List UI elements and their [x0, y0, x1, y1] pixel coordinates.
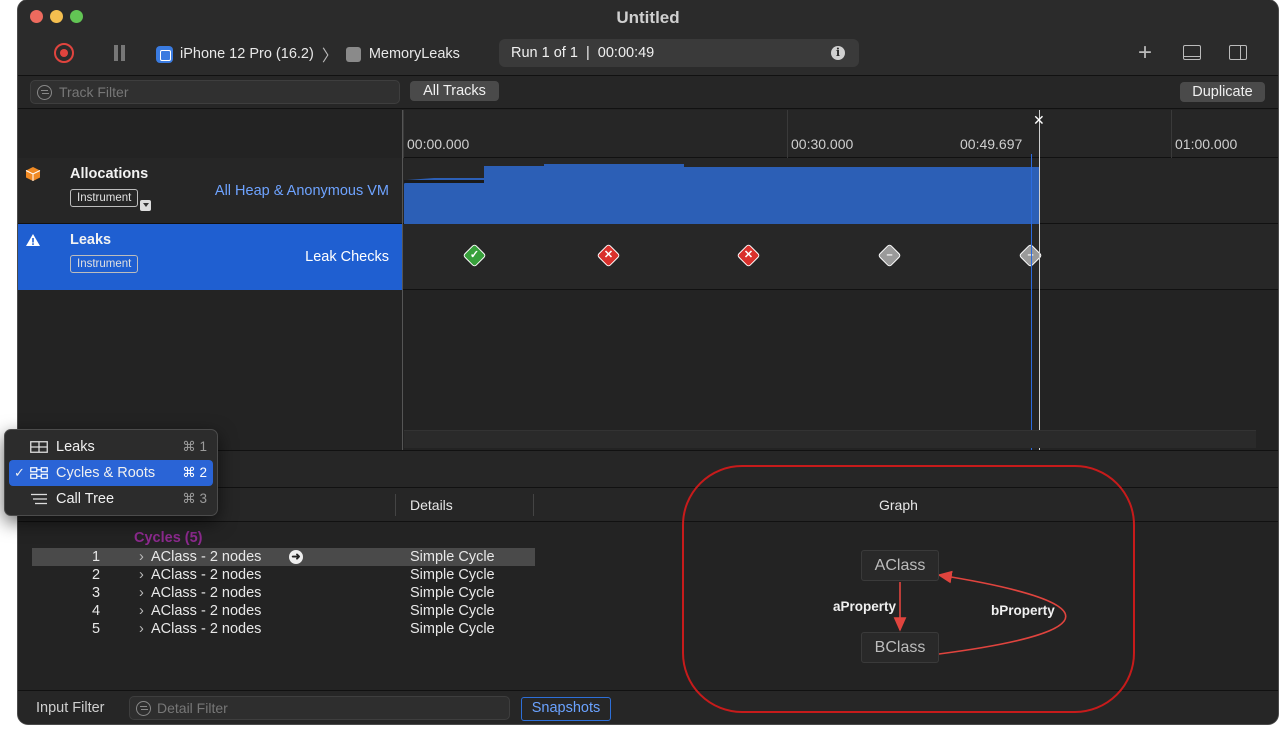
playhead-line[interactable] — [1031, 154, 1032, 450]
cycles-icon — [30, 467, 48, 479]
window-title: Untitled — [616, 8, 680, 27]
table-row[interactable]: 2 › AClass - 2 nodes Simple Cycle — [32, 566, 535, 584]
row-details: Simple Cycle — [410, 603, 495, 619]
go-arrow-icon[interactable]: ➜ — [289, 550, 303, 564]
row-name: AClass - 2 nodes — [151, 603, 262, 619]
menu-item-cycles-roots[interactable]: ✓ Cycles & Roots ⌘ 2 — [9, 460, 213, 486]
row-details: Simple Cycle — [410, 585, 495, 601]
menu-item-label: Call Tree — [56, 491, 115, 507]
row-index: 3 — [92, 585, 101, 601]
run-status-box[interactable]: Run 1 of 1 | 00:00:49 i — [499, 39, 859, 67]
detail-filter-placeholder: Detail Filter — [157, 700, 228, 716]
row-details: Simple Cycle — [410, 621, 495, 637]
detail-filter-input[interactable]: Detail Filter — [129, 696, 510, 720]
device-label: iPhone 12 Pro (16.2) — [180, 46, 314, 62]
column-details[interactable]: Details — [410, 497, 453, 513]
annotation-ring — [682, 465, 1135, 713]
row-name: AClass - 2 nodes — [151, 567, 262, 583]
leak-check-ok-icon[interactable]: ✓ — [462, 243, 487, 268]
leak-check-leaked-icon[interactable]: ✕ — [596, 243, 621, 268]
row-index: 1 — [92, 549, 101, 565]
time-ruler[interactable]: 00:00.000 00:30.000 00:49.697 01:00.000 — [403, 110, 1278, 158]
timeline-scrollbar[interactable] — [404, 430, 1256, 448]
allocations-graph[interactable] — [404, 158, 1040, 224]
info-icon[interactable]: i — [831, 46, 845, 60]
chevron-right-icon[interactable]: › — [139, 548, 144, 566]
menu-item-shortcut: ⌘ 3 — [182, 491, 207, 506]
chevron-right-icon[interactable]: › — [139, 566, 144, 584]
app-label: MemoryLeaks — [368, 46, 460, 62]
menu-item-call-tree[interactable]: Call Tree ⌘ 3 — [9, 486, 213, 512]
duplicate-button[interactable]: Duplicate — [1180, 82, 1265, 102]
toggle-inspector-pane-icon[interactable] — [1229, 45, 1247, 60]
chevron-right-icon[interactable]: › — [139, 620, 144, 638]
row-index: 4 — [92, 603, 101, 619]
table-row[interactable]: 4 › AClass - 2 nodes Simple Cycle — [32, 602, 535, 620]
column-divider[interactable] — [395, 494, 396, 516]
table-row[interactable]: 5 › AClass - 2 nodes Simple Cycle — [32, 620, 535, 638]
inspection-head-line[interactable] — [1039, 110, 1040, 450]
table-row[interactable]: 3 › AClass - 2 nodes Simple Cycle — [32, 584, 535, 602]
all-tracks-button[interactable]: All Tracks — [410, 81, 499, 101]
menu-item-shortcut: ⌘ 1 — [182, 439, 207, 454]
table-icon — [30, 441, 48, 453]
row-details: Simple Cycle — [410, 567, 495, 583]
input-filter-label[interactable]: Input Filter — [36, 700, 105, 716]
row-index: 5 — [92, 621, 101, 637]
device-icon — [156, 45, 173, 63]
app-icon — [345, 46, 361, 62]
ruler-label: 00:49.697 — [960, 136, 1023, 152]
target-selector[interactable]: iPhone 12 Pro (16.2) 〉 MemoryLeaks — [156, 44, 460, 65]
row-name: AClass - 2 nodes — [151, 621, 262, 637]
close-icon[interactable]: ✕ — [1033, 112, 1045, 129]
ruler-tick — [787, 110, 788, 158]
row-name: AClass - 2 nodes — [151, 549, 262, 565]
timeline-area: 00:00.000 00:30.000 00:49.697 01:00.000 … — [18, 110, 1278, 450]
row-index: 2 — [92, 567, 101, 583]
filter-icon — [136, 701, 151, 716]
track-filter-placeholder: Track Filter — [59, 84, 129, 100]
row-details: Simple Cycle — [410, 549, 495, 565]
menu-item-label: Leaks — [56, 439, 95, 455]
run-status: Run 1 of 1 | 00:00:49 — [511, 45, 655, 61]
column-divider[interactable] — [533, 494, 534, 516]
ruler-tick — [1171, 110, 1172, 158]
snapshots-button[interactable]: Snapshots — [521, 697, 611, 721]
ruler-label: 00:30.000 — [791, 136, 854, 152]
menu-item-shortcut: ⌘ 2 — [182, 465, 207, 480]
checkmark-icon: ✓ — [14, 465, 25, 480]
toggle-detail-pane-icon[interactable] — [1183, 45, 1201, 60]
filter-icon — [37, 85, 52, 100]
leak-check-leaked-icon[interactable]: ✕ — [736, 243, 761, 268]
menu-item-label: Cycles & Roots — [56, 465, 156, 481]
menu-item-leaks[interactable]: Leaks ⌘ 1 — [9, 434, 213, 460]
table-row[interactable]: 1 › AClass - 2 nodes ➜ Simple Cycle — [32, 548, 535, 566]
ruler-label: 01:00.000 — [1175, 136, 1238, 152]
pause-button[interactable] — [113, 45, 127, 61]
ruler-tick — [403, 110, 404, 158]
track-filter-bar: Track Filter All Tracks Duplicate — [18, 76, 1278, 109]
detail-view-menu: Leaks ⌘ 1 ✓ Cycles & Roots ⌘ 2 Call Tree… — [4, 429, 218, 516]
list-icon — [31, 493, 47, 505]
row-name: AClass - 2 nodes — [151, 585, 262, 601]
leak-check-none-icon[interactable]: – — [877, 243, 902, 268]
record-button[interactable] — [54, 43, 74, 63]
track-header-divider — [18, 110, 403, 450]
chevron-right-icon[interactable]: › — [139, 602, 144, 620]
add-instrument-icon[interactable]: + — [1138, 41, 1152, 65]
track-filter-input[interactable]: Track Filter — [30, 80, 400, 104]
ruler-label: 00:00.000 — [407, 136, 470, 152]
title-bar: Untitled iPhone 12 Pro (16.2) 〉 MemoryLe… — [18, 0, 1278, 76]
group-header: Cycles (5) — [134, 530, 203, 546]
chevron-right-icon[interactable]: › — [139, 584, 144, 602]
chevron-right-icon: 〉 — [321, 48, 338, 65]
